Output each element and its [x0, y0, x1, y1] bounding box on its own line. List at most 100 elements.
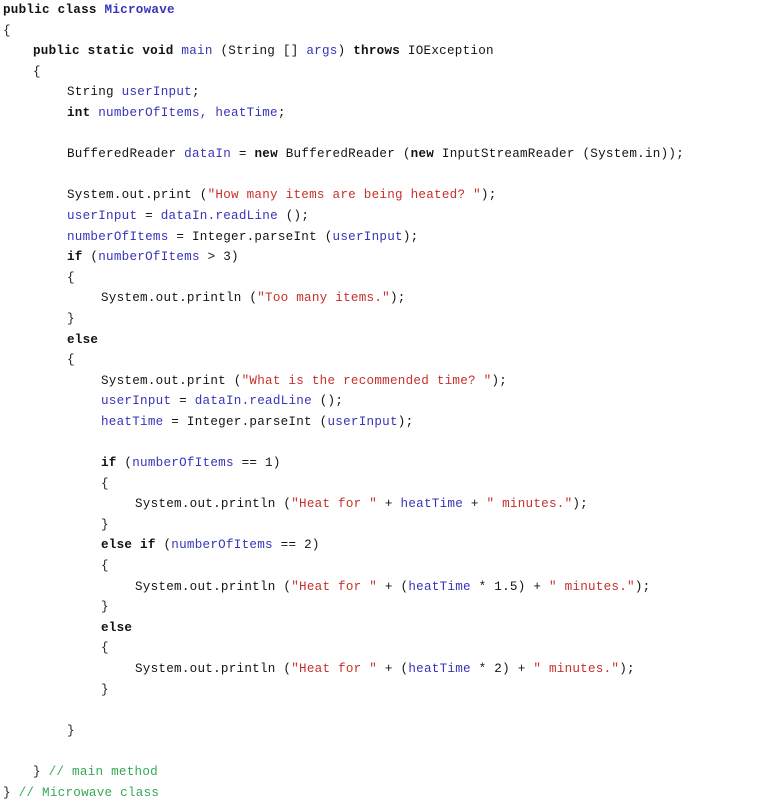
code-token-brace: { [101, 641, 109, 656]
code-line: System.out.print ("What is the recommend… [0, 371, 768, 392]
code-line: System.out.println ("Heat for " + heatTi… [0, 494, 768, 515]
code-token-plain: InputStreamReader (System.in)); [434, 147, 684, 162]
code-line: System.out.println ("Heat for " + (heatT… [0, 659, 768, 680]
code-token-plain: * 1.5) + [470, 579, 549, 594]
code-token-ident: userInput [332, 229, 403, 244]
code-token-keyword: else [67, 332, 99, 347]
code-token-ident: heatTime [101, 414, 164, 429]
code-token-string: " minutes." [486, 497, 573, 512]
code-token-plain: = [137, 208, 161, 223]
code-line: { [0, 62, 768, 83]
code-token-plain: = [231, 147, 255, 162]
code-token-brace: { [33, 64, 41, 79]
code-line: } [0, 515, 768, 536]
code-token-brace: { [67, 353, 75, 368]
code-token-plain: ) [337, 44, 354, 59]
code-token-plain: System.out.println ( [135, 497, 292, 512]
code-token-plain: ); [634, 579, 651, 594]
code-line: System.out.println ("Heat for " + (heatT… [0, 577, 768, 598]
code-token-plain: ; [277, 105, 286, 120]
code-token-plain: ); [480, 188, 497, 203]
code-token-keyword: if [101, 456, 117, 471]
code-token-plain: ; [191, 85, 200, 100]
code-token-plain: BufferedReader [67, 147, 185, 162]
code-token-brace: { [101, 559, 109, 574]
code-token-comment: // main method [48, 764, 158, 779]
code-token-string: "Heat for " [291, 579, 378, 594]
code-token-plain: IOException [400, 44, 494, 59]
code-token-brace: } [33, 764, 49, 779]
code-line: System.out.println ("Too many items."); [0, 288, 768, 309]
code-token-plain: String [67, 85, 122, 100]
code-token-ident: dataIn [184, 147, 232, 162]
code-token-plain: System.out.println ( [101, 291, 258, 306]
code-token-keyword: else [101, 620, 133, 635]
code-line: if (numberOfItems > 3) [0, 247, 768, 268]
code-line: numberOfItems = Integer.parseInt (userIn… [0, 227, 768, 248]
code-line: } [0, 680, 768, 701]
code-line: } [0, 309, 768, 330]
code-line: System.out.print ("How many items are be… [0, 185, 768, 206]
code-line: int numberOfItems, heatTime; [0, 103, 768, 124]
code-line: else [0, 330, 768, 351]
code-token-plain: ); [619, 662, 635, 676]
code-line: public static void main (String [] args)… [0, 41, 768, 62]
code-token-plain: ); [572, 497, 588, 512]
code-token-plain: ( [82, 250, 99, 265]
code-line: } [0, 597, 768, 618]
code-line: { [0, 556, 768, 577]
code-token-string: "Heat for " [291, 497, 378, 512]
code-token-plain: System.out.println ( [135, 579, 292, 594]
code-token-plain: * 2) + [470, 662, 534, 676]
code-token-ident: numberOfItems [67, 229, 169, 244]
code-token-plain: (); [311, 394, 344, 409]
code-token-plain: = Integer.parseInt ( [163, 414, 328, 429]
code-line: { [0, 474, 768, 495]
code-line: { [0, 268, 768, 289]
code-token-plain: ( [155, 538, 172, 553]
code-line: { [0, 638, 768, 659]
code-line: else [0, 618, 768, 639]
code-token-plain: ( [116, 456, 133, 471]
code-token-ident: userInput [121, 85, 192, 100]
code-token-plain: ); [389, 291, 406, 306]
code-token-string: "Heat for " [291, 662, 378, 676]
code-token-ident: numberOfItems [98, 250, 200, 265]
code-token-comment: // Microwave class [18, 785, 160, 800]
code-token-ident: heatTime [400, 497, 464, 512]
code-token-ident: numberOfItems [171, 538, 273, 553]
code-token-string: "How many items are being heated? " [207, 188, 481, 203]
code-token-brace: } [67, 723, 75, 738]
code-token-plain: == 2) [272, 538, 320, 553]
code-token-string: "What is the recommended time? " [241, 373, 492, 388]
code-line: } // main method [0, 762, 768, 783]
code-token-ident: userInput [67, 208, 138, 223]
code-token-keyword: new [410, 147, 435, 162]
code-token-brace: { [101, 476, 109, 491]
code-token-string: "Too many items." [257, 291, 390, 306]
code-token-string: " minutes." [533, 662, 620, 676]
code-token-brace: } [101, 682, 109, 697]
code-line: heatTime = Integer.parseInt (userInput); [0, 412, 768, 433]
code-token-plain: = Integer.parseInt ( [168, 229, 333, 244]
code-token-plain: + [377, 497, 401, 512]
code-token-plain: BufferedReader ( [277, 147, 411, 162]
code-token-plain: + [463, 497, 487, 512]
code-line: if (numberOfItems == 1) [0, 453, 768, 474]
code-token-brace: { [67, 270, 75, 285]
code-token-plain: (String [] [212, 44, 307, 59]
code-token-string: " minutes." [548, 579, 635, 594]
code-token-keyword: throws [353, 44, 401, 59]
code-token-ident: dataIn.readLine [194, 394, 312, 409]
code-token-plain: ); [491, 373, 508, 388]
code-token-keyword: new [254, 147, 278, 162]
code-token-brace: } [3, 785, 19, 800]
code-line: public class Microwave [0, 0, 768, 21]
code-token-plain: System.out.print ( [101, 373, 242, 388]
code-line: { [0, 350, 768, 371]
code-token-plain: System.out.println ( [135, 662, 292, 676]
code-token-plain: ); [402, 229, 419, 244]
